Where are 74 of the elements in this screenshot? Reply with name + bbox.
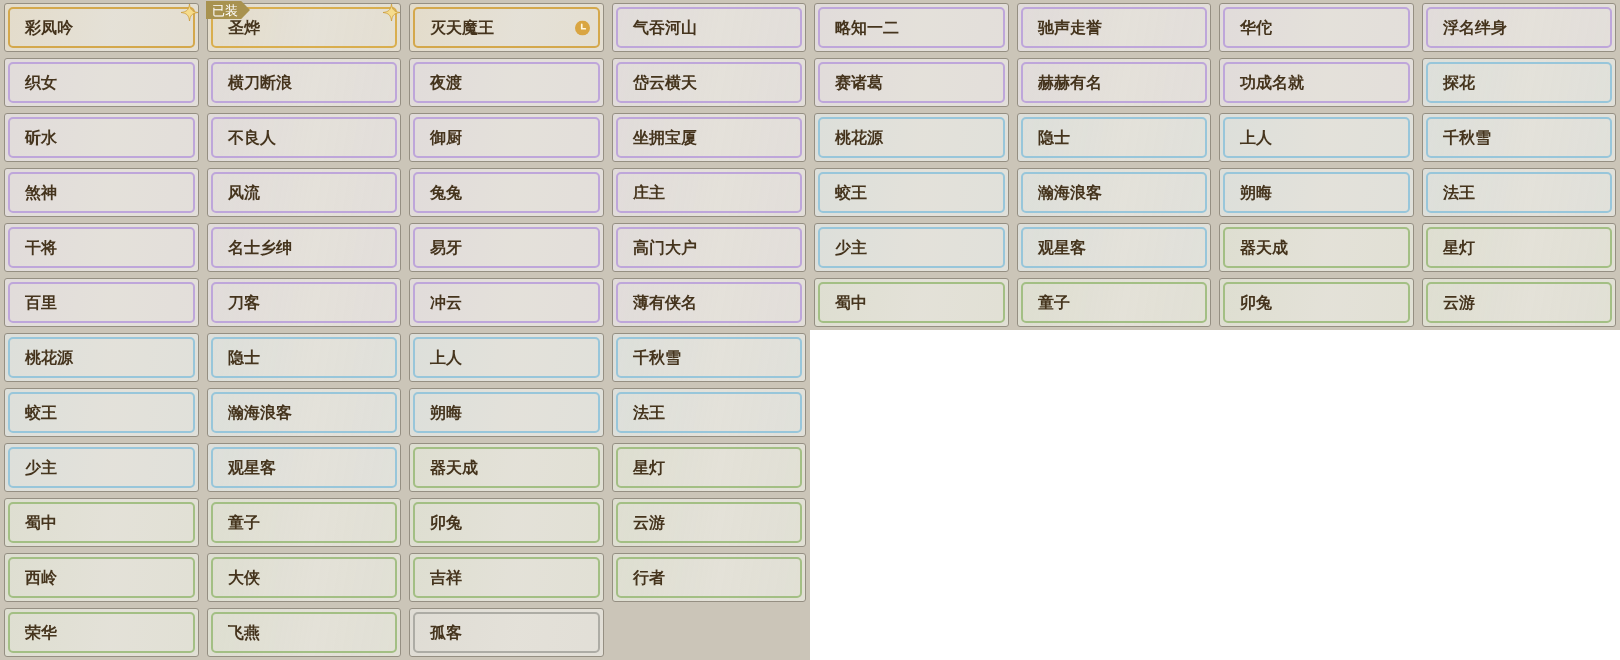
title-card[interactable]: 蜀中	[814, 278, 1009, 327]
title-card[interactable]: 赫赫有名	[1016, 58, 1211, 107]
title-card[interactable]: 少主	[814, 223, 1009, 272]
title-card[interactable]: 云游	[611, 498, 806, 547]
title-card[interactable]: 卯兔	[409, 498, 604, 547]
title-card[interactable]: 千秋雪	[1421, 113, 1616, 162]
title-card[interactable]: 煞神	[4, 168, 199, 217]
title-card[interactable]: 上人	[409, 333, 604, 382]
title-card[interactable]: 朔晦	[1219, 168, 1414, 217]
title-card[interactable]: 百里	[4, 278, 199, 327]
title-card[interactable]: 彩凤吟	[4, 3, 199, 52]
title-card[interactable]: 星灯	[1421, 223, 1616, 272]
title-card[interactable]: 赛诸葛	[814, 58, 1009, 107]
title-card[interactable]: 干将	[4, 223, 199, 272]
title-card[interactable]: 星灯	[611, 443, 806, 492]
title-card[interactable]: 荣华	[4, 608, 199, 657]
title-card[interactable]: 灭天魔王	[409, 3, 604, 52]
equipped-badge: 已装	[206, 1, 250, 19]
title-card[interactable]: 气吞河山	[611, 3, 806, 52]
title-card[interactable]: 冲云	[409, 278, 604, 327]
title-card[interactable]: 飞燕	[206, 608, 401, 657]
title-card[interactable]: 隐士	[1016, 113, 1211, 162]
title-card[interactable]: 略知一二	[814, 3, 1009, 52]
title-card[interactable]: 桃花源	[4, 333, 199, 382]
title-card[interactable]: 孤客	[409, 608, 604, 657]
title-card[interactable]: 华佗	[1219, 3, 1414, 52]
title-card[interactable]: 庄主	[611, 168, 806, 217]
title-card[interactable]: 蛟王	[4, 388, 199, 437]
title-card[interactable]: 云游	[1421, 278, 1616, 327]
title-card[interactable]: 法王	[611, 388, 806, 437]
title-card[interactable]: 织女	[4, 58, 199, 107]
title-card[interactable]: 朔晦	[409, 388, 604, 437]
title-card[interactable]: 不良人	[206, 113, 401, 162]
title-card[interactable]: 薄有侠名	[611, 278, 806, 327]
title-card[interactable]: 瀚海浪客	[1016, 168, 1211, 217]
title-card[interactable]: 观星客	[1016, 223, 1211, 272]
title-card[interactable]: 童子	[206, 498, 401, 547]
title-card[interactable]: 行者	[611, 553, 806, 602]
title-card[interactable]: 已装 圣烨	[206, 3, 401, 52]
sparkle-icon	[180, 4, 198, 21]
title-card[interactable]: 易牙	[409, 223, 604, 272]
title-card[interactable]: 浮名绊身	[1421, 3, 1616, 52]
title-card[interactable]: 大侠	[206, 553, 401, 602]
title-card[interactable]: 吉祥	[409, 553, 604, 602]
title-card[interactable]: 兔兔	[409, 168, 604, 217]
title-card[interactable]: 蜀中	[4, 498, 199, 547]
title-card[interactable]: 刀客	[206, 278, 401, 327]
title-card[interactable]: 岱云横天	[611, 58, 806, 107]
title-card[interactable]: 器天成	[409, 443, 604, 492]
title-card[interactable]: 上人	[1219, 113, 1414, 162]
title-card[interactable]: 童子	[1016, 278, 1211, 327]
title-card[interactable]: 风流	[206, 168, 401, 217]
title-card[interactable]: 功成名就	[1219, 58, 1414, 107]
title-card[interactable]: 瀚海浪客	[206, 388, 401, 437]
title-card[interactable]: 蛟王	[814, 168, 1009, 217]
title-card[interactable]: 千秋雪	[611, 333, 806, 382]
title-card[interactable]: 观星客	[206, 443, 401, 492]
title-card[interactable]: 驰声走誉	[1016, 3, 1211, 52]
sparkle-icon	[383, 4, 400, 21]
title-card[interactable]: 探花	[1421, 58, 1616, 107]
title-card[interactable]: 夜渡	[409, 58, 604, 107]
title-card[interactable]: 名士乡绅	[206, 223, 401, 272]
title-card[interactable]: 隐士	[206, 333, 401, 382]
title-card[interactable]: 卯兔	[1219, 278, 1414, 327]
title-card[interactable]: 斫水	[4, 113, 199, 162]
title-card[interactable]: 高门大户	[611, 223, 806, 272]
title-card[interactable]: 少主	[4, 443, 199, 492]
title-card[interactable]: 坐拥宝厦	[611, 113, 806, 162]
title-card[interactable]: 法王	[1421, 168, 1616, 217]
title-card[interactable]: 横刀断浪	[206, 58, 401, 107]
title-card[interactable]: 器天成	[1219, 223, 1414, 272]
title-card[interactable]: 御厨	[409, 113, 604, 162]
title-card[interactable]: 桃花源	[814, 113, 1009, 162]
title-card[interactable]: 西岭	[4, 553, 199, 602]
